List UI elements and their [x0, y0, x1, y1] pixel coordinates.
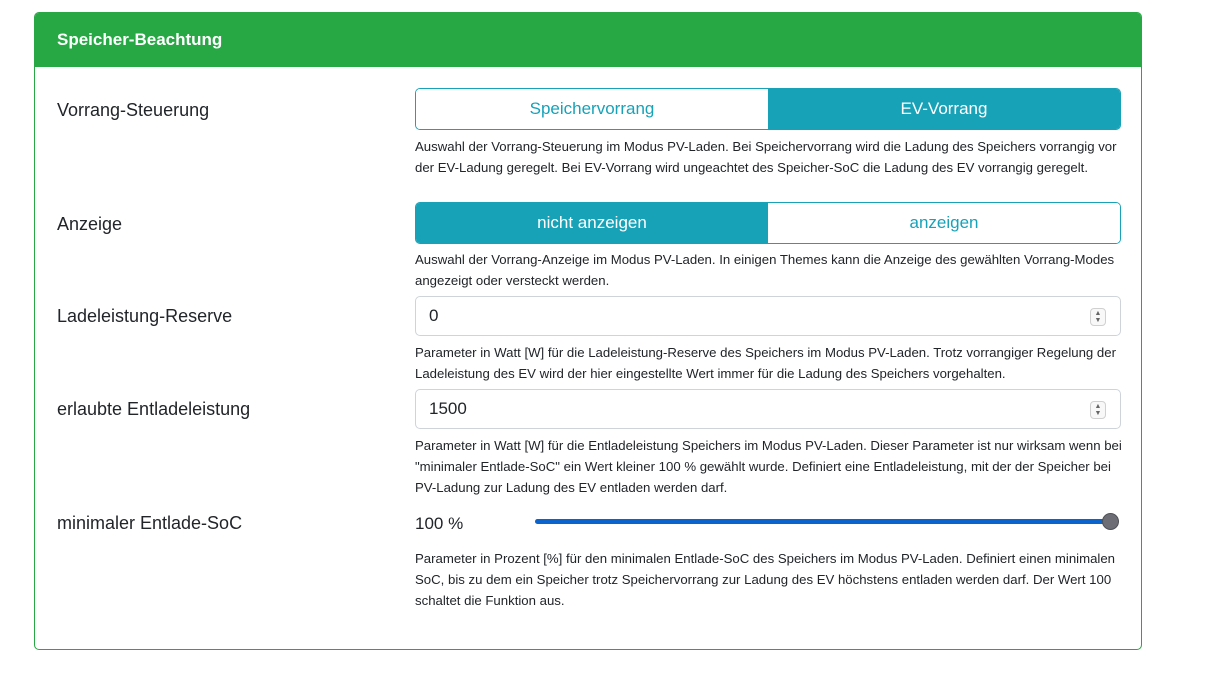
- display-toggle: nicht anzeigen anzeigen: [415, 202, 1121, 244]
- card-title: Speicher-Beachtung: [57, 30, 223, 49]
- display-help: Auswahl der Vorrang-Anzeige im Modus PV-…: [415, 252, 1115, 288]
- display-label: Anzeige: [57, 214, 123, 234]
- discharge-help: Parameter in Watt [W] für die Entladelei…: [415, 438, 1122, 495]
- discharge-value: 1500: [429, 399, 467, 418]
- display-option-show[interactable]: anzeigen: [768, 203, 1120, 243]
- reserve-input[interactable]: 0 ▲ ▼: [415, 296, 1121, 336]
- priority-label: Vorrang-Steuerung: [57, 100, 210, 120]
- reserve-help: Parameter in Watt [W] für die Ladeleistu…: [415, 345, 1116, 381]
- spinner-icon[interactable]: ▲ ▼: [1090, 308, 1106, 326]
- priority-toggle: Speichervorrang EV-Vorrang: [415, 88, 1121, 130]
- priority-option-storage[interactable]: Speichervorrang: [416, 89, 768, 129]
- discharge-input[interactable]: 1500 ▲ ▼: [415, 389, 1121, 429]
- priority-help: Auswahl der Vorrang-Steuerung im Modus P…: [415, 139, 1117, 175]
- priority-option-ev[interactable]: EV-Vorrang: [768, 89, 1120, 129]
- minsoc-slider-thumb[interactable]: [1102, 513, 1119, 530]
- minsoc-slider[interactable]: [535, 513, 1119, 530]
- display-option-hide[interactable]: nicht anzeigen: [416, 203, 768, 243]
- minsoc-value: 100 %: [415, 514, 464, 533]
- card-header: Speicher-Beachtung: [35, 13, 1141, 67]
- minsoc-label: minimaler Entlade-SoC: [57, 513, 243, 533]
- reserve-label: Ladeleistung-Reserve: [57, 306, 233, 326]
- reserve-value: 0: [429, 306, 439, 325]
- minsoc-help: Parameter in Prozent [%] für den minimal…: [415, 551, 1116, 608]
- discharge-label: erlaubte Entladeleistung: [57, 399, 251, 419]
- spinner-icon[interactable]: ▲ ▼: [1090, 401, 1106, 419]
- minsoc-slider-fill: [535, 519, 1111, 524]
